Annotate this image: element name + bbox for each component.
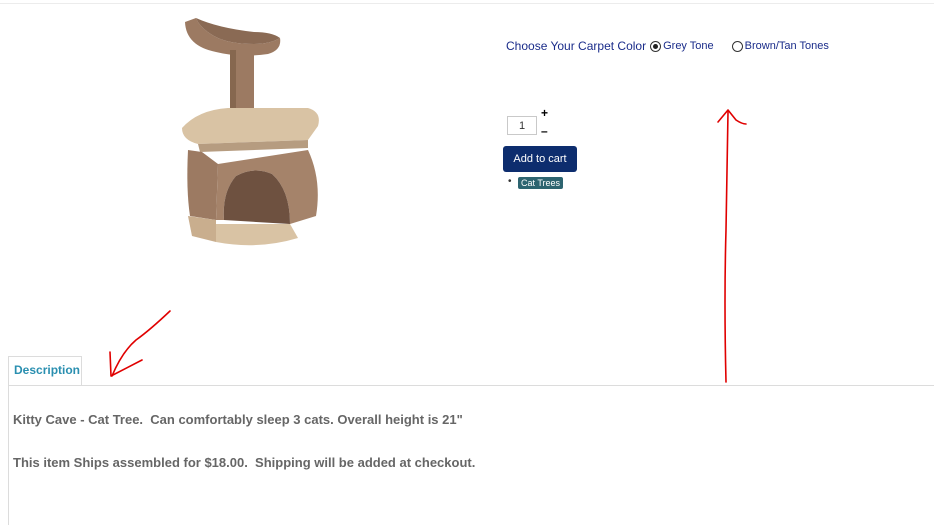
description-text-line: Kitty Cave - Cat Tree. Can comfortably s… bbox=[13, 412, 463, 427]
quantity-increment-button[interactable]: + bbox=[541, 106, 548, 120]
category-bullet: • bbox=[508, 176, 512, 187]
tab-description[interactable]: Description bbox=[8, 356, 82, 385]
add-to-cart-button[interactable]: Add to cart bbox=[503, 146, 577, 172]
option-grey-tone-label: Grey Tone bbox=[663, 40, 714, 52]
quantity-decrement-button[interactable]: – bbox=[541, 124, 548, 138]
option-brown-tan-tones[interactable]: Brown/Tan Tones bbox=[731, 40, 829, 52]
annotation-arrowhead-up bbox=[717, 109, 747, 125]
carpet-color-label: Choose Your Carpet Color bbox=[506, 39, 647, 53]
quantity-input[interactable] bbox=[507, 116, 537, 135]
description-shipping-line: This item Ships assembled for $18.00. Sh… bbox=[13, 455, 476, 470]
top-divider bbox=[0, 3, 934, 4]
carpet-color-options: Choose Your Carpet Color Grey Tone Brown… bbox=[506, 39, 829, 53]
radio-unchecked-icon[interactable] bbox=[731, 40, 743, 52]
option-brown-tan-tones-label: Brown/Tan Tones bbox=[744, 40, 829, 52]
option-grey-tone[interactable]: Grey Tone bbox=[650, 40, 714, 52]
product-image bbox=[182, 18, 319, 246]
annotation-arrowhead-down-left bbox=[109, 351, 143, 377]
category-tag-link[interactable]: Cat Trees bbox=[518, 177, 564, 189]
radio-checked-icon[interactable] bbox=[650, 40, 662, 52]
annotation-arrow-down-left bbox=[111, 310, 171, 377]
annotation-arrow-up bbox=[724, 111, 729, 383]
